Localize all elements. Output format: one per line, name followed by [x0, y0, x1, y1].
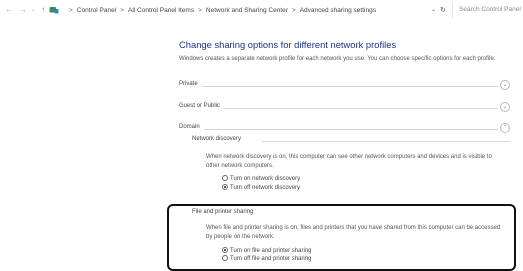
breadcrumb-separator: > [69, 7, 73, 14]
divider [179, 129, 498, 130]
control-panel-icon [49, 7, 59, 14]
profile-private-label: Private [179, 81, 202, 87]
breadcrumb: > Control Panel > All Control Panel Items > N… [65, 5, 376, 16]
divider [179, 108, 498, 109]
breadcrumb-separator: > [291, 7, 296, 14]
breadcrumb-control-panel[interactable]: Control Panel [77, 7, 116, 14]
up-arrow-icon[interactable]: ↑ [41, 4, 45, 16]
network-discovery-description: When network discovery is on, this compu… [206, 154, 492, 169]
radio-turn-off-network-discovery[interactable]: Turn off network discovery [222, 184, 300, 193]
breadcrumb-network-sharing-center[interactable]: Network and Sharing Center [206, 7, 288, 14]
network-discovery-header: Network discovery [192, 136, 510, 146]
divider [179, 86, 498, 87]
search-placeholder: Search Control Panel [459, 6, 521, 13]
radio-label: Turn off network discovery [230, 185, 301, 191]
profile-domain-header[interactable]: Domain ⌃ [179, 123, 510, 135]
recent-locations-chevron-icon[interactable]: ⌄ [31, 4, 36, 16]
radio-button[interactable] [222, 175, 228, 181]
chevron-down-icon[interactable]: ⌄ [500, 80, 510, 90]
profile-domain-label: Domain [179, 124, 204, 130]
radio-turn-on-network-discovery[interactable]: Turn on network discovery [222, 175, 300, 184]
radio-label: Turn on network discovery [230, 176, 301, 182]
back-arrow-icon[interactable]: ← [5, 4, 13, 16]
page-description: Windows creates a separate network profi… [179, 56, 496, 62]
divider [262, 141, 510, 142]
address-bar: ← → ⌄ ↑ > Control Panel > All Control Panel… [0, 0, 523, 22]
breadcrumb-separator: > [120, 7, 124, 14]
profile-private-header[interactable]: Private ⌄ [179, 80, 510, 92]
breadcrumb-separator: > [198, 7, 202, 14]
chevron-up-icon[interactable]: ⌃ [500, 123, 510, 133]
profile-guest-public-label: Guest or Public [179, 103, 225, 109]
network-discovery-label: Network discovery [192, 136, 242, 142]
highlight-box [167, 204, 516, 271]
address-dropdown-icon[interactable]: ⌄ [431, 5, 436, 16]
refresh-icon[interactable]: ↻ [440, 5, 446, 16]
breadcrumb-advanced-sharing[interactable]: Advanced sharing settings [300, 7, 376, 14]
breadcrumb-all-items[interactable]: All Control Panel Items [128, 7, 194, 14]
profile-guest-public-header[interactable]: Guest or Public ⌄ [179, 102, 510, 114]
chevron-down-icon[interactable]: ⌄ [500, 102, 510, 112]
page-title: Change sharing options for different net… [179, 39, 397, 50]
radio-button-selected[interactable] [222, 184, 228, 190]
search-input[interactable]: Search Control Panel [452, 3, 521, 18]
forward-arrow-icon[interactable]: → [19, 4, 27, 16]
